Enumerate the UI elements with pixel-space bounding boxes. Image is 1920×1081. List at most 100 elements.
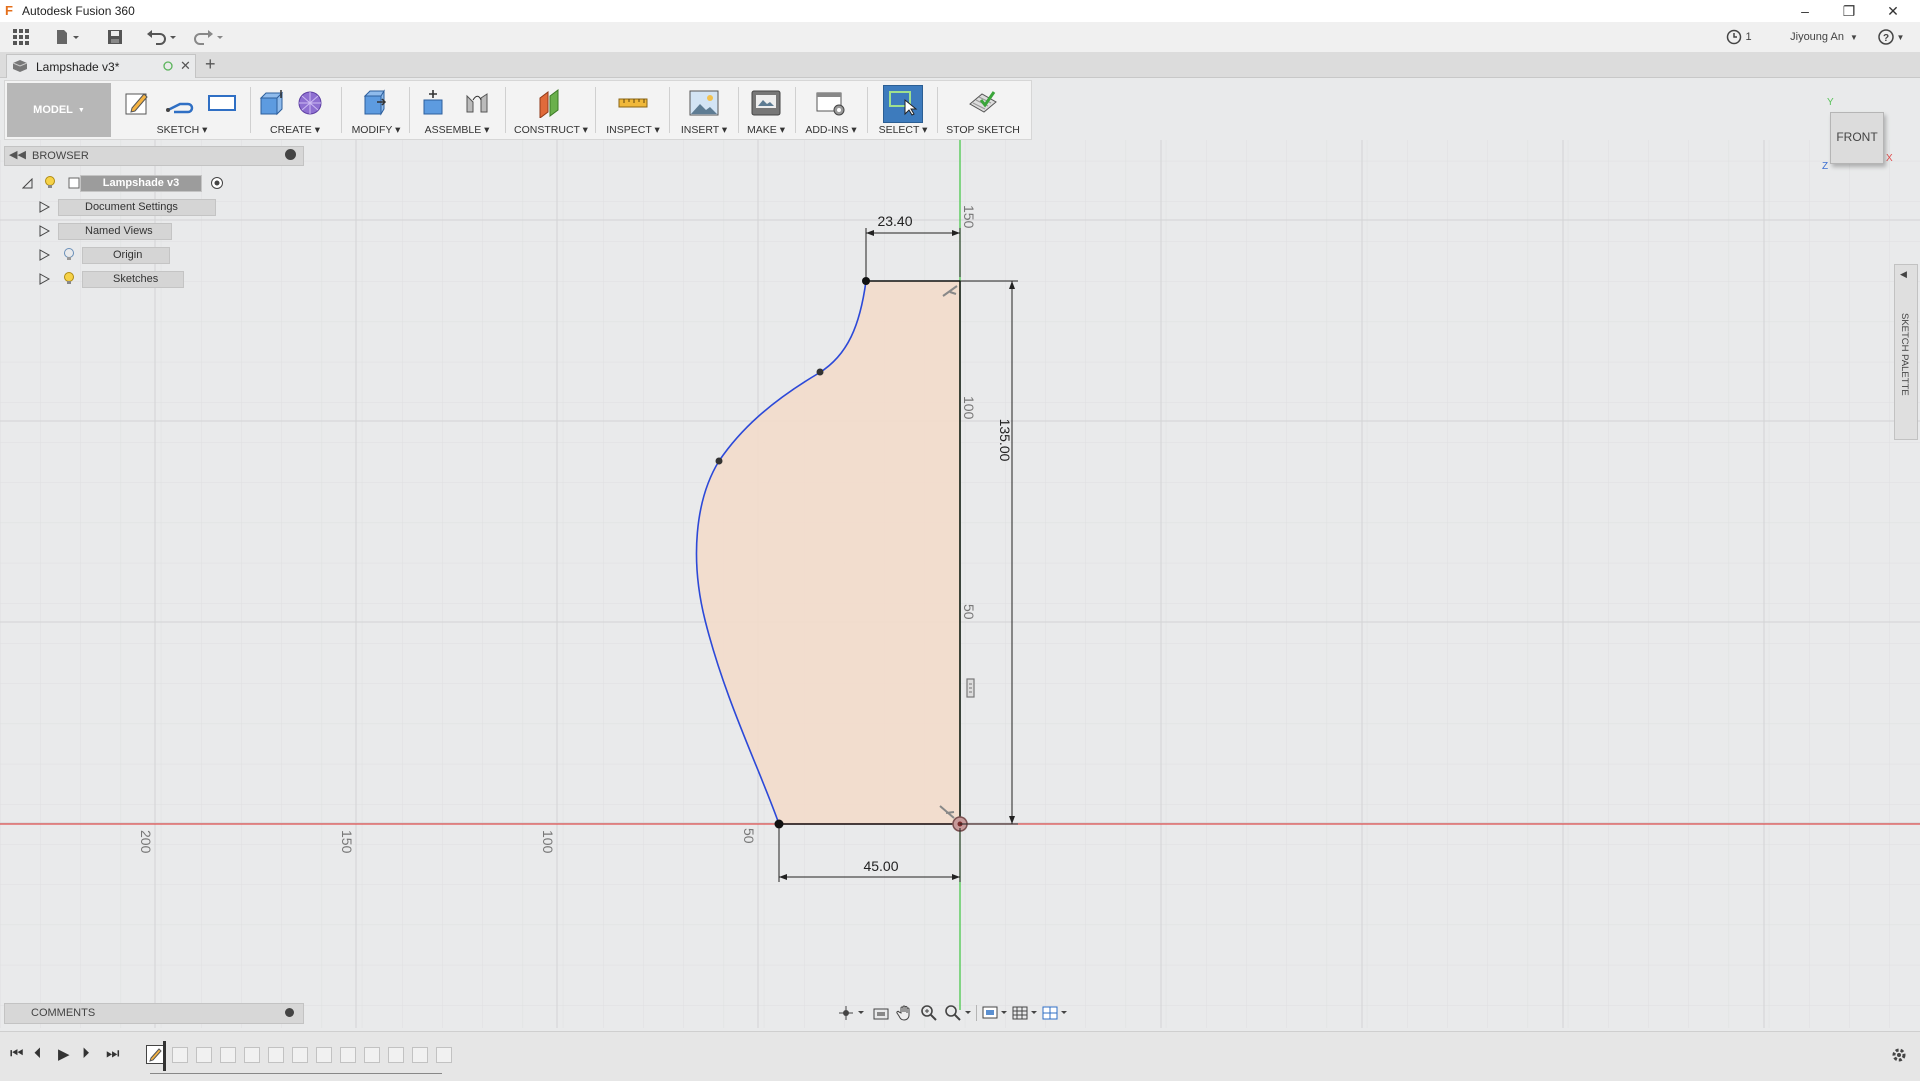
addins-group-label[interactable]: ADD-INS ▾ — [799, 124, 863, 136]
timeline-feature[interactable] — [172, 1047, 188, 1063]
visibility-bulb-icon[interactable] — [63, 272, 75, 286]
collapse-panel-icon[interactable]: ◀◀ — [9, 148, 26, 161]
timeline-feature[interactable] — [196, 1047, 212, 1063]
create-form-icon[interactable] — [295, 88, 327, 118]
job-status-icon[interactable]: 1 — [1724, 27, 1754, 47]
pin-panel-icon[interactable] — [285, 149, 296, 160]
inspect-group[interactable]: INSPECT ▾ — [599, 83, 667, 137]
browser-item-origin[interactable]: Origin — [38, 247, 238, 264]
browser-item-label[interactable]: Sketches — [82, 271, 184, 288]
stop-sketch-label[interactable]: STOP SKETCH — [941, 124, 1025, 136]
press-pull-icon[interactable] — [359, 88, 391, 118]
app-grid-icon[interactable] — [10, 27, 32, 47]
sketch-group-label[interactable]: SKETCH ▾ — [117, 124, 247, 136]
timeline-feature[interactable] — [388, 1047, 404, 1063]
make-group[interactable]: MAKE ▾ — [741, 83, 791, 137]
timeline-feature[interactable] — [292, 1047, 308, 1063]
undo-icon[interactable] — [144, 27, 180, 47]
visibility-bulb-off-icon[interactable] — [63, 248, 75, 262]
workspace-switcher[interactable]: MODEL ▼ — [7, 83, 111, 137]
expand-triangle-icon[interactable] — [39, 201, 50, 213]
joint-icon[interactable] — [461, 88, 493, 118]
create-group-label[interactable]: CREATE ▾ — [253, 124, 337, 136]
select-group-label[interactable]: SELECT ▾ — [871, 124, 935, 136]
help-menu[interactable]: ? ▼ — [1876, 27, 1906, 47]
sketch-point[interactable] — [862, 277, 870, 285]
user-menu[interactable]: Jiyoung An ▼ — [1784, 27, 1864, 47]
view-cube[interactable]: FRONT — [1830, 112, 1884, 164]
step-forward-icon[interactable]: ⏵ — [82, 1045, 90, 1062]
redo-icon[interactable] — [190, 27, 226, 47]
viewports-icon[interactable] — [1042, 1005, 1070, 1021]
close-tab-icon[interactable]: ✕ — [180, 58, 191, 74]
spline-fit-point[interactable] — [816, 368, 824, 376]
sketch-line-icon[interactable] — [164, 88, 196, 118]
browser-item-named-views[interactable]: Named Views — [38, 223, 238, 240]
timeline-feature[interactable] — [268, 1047, 284, 1063]
add-comment-icon[interactable] — [285, 1008, 294, 1017]
timeline-feature[interactable] — [364, 1047, 380, 1063]
extrude-icon[interactable] — [255, 88, 287, 118]
browser-root-row[interactable]: Lampshade v3 — [20, 175, 223, 192]
scripts-addins-icon[interactable] — [815, 88, 847, 118]
look-at-icon[interactable] — [872, 1005, 890, 1021]
browser-item-label[interactable]: Origin — [82, 247, 170, 264]
timeline-settings-gear-icon[interactable] — [1890, 1046, 1908, 1064]
grid-settings-icon[interactable] — [1012, 1005, 1040, 1021]
visibility-bulb-icon[interactable] — [44, 176, 56, 190]
stop-sketch-icon[interactable] — [967, 88, 999, 118]
assemble-group[interactable]: ASSEMBLE ▾ — [413, 83, 501, 137]
dimension-bottom-width-value[interactable]: 45.00 — [863, 858, 898, 874]
minimize-button[interactable]: – — [1783, 0, 1827, 22]
timeline-feature[interactable] — [340, 1047, 356, 1063]
expand-triangle-icon[interactable] — [39, 273, 50, 285]
expand-triangle-icon[interactable] — [39, 249, 50, 261]
modify-group[interactable]: MODIFY ▾ — [345, 83, 407, 137]
modify-group-label[interactable]: MODIFY ▾ — [345, 124, 407, 136]
timeline-feature[interactable] — [220, 1047, 236, 1063]
create-sketch-icon[interactable] — [122, 88, 154, 118]
timeline-feature[interactable] — [316, 1047, 332, 1063]
browser-panel-header[interactable]: ◀◀ BROWSER — [4, 146, 304, 166]
browser-item-label[interactable]: Named Views — [58, 223, 172, 240]
sketch-group[interactable]: SKETCH ▾ — [117, 83, 247, 137]
expand-palette-icon[interactable]: ◀ — [1900, 269, 1907, 280]
insert-group-label[interactable]: INSERT ▾ — [673, 124, 735, 136]
browser-item-label[interactable]: Document Settings — [58, 199, 216, 216]
fast-forward-icon[interactable]: ⏭ — [106, 1045, 120, 1062]
timeline-feature[interactable] — [412, 1047, 428, 1063]
addins-group[interactable]: ADD-INS ▾ — [799, 83, 863, 137]
timeline-feature[interactable] — [244, 1047, 260, 1063]
display-settings-icon[interactable] — [982, 1005, 1010, 1021]
insert-image-icon[interactable] — [688, 88, 720, 118]
sketch-rectangle-icon[interactable] — [206, 88, 238, 118]
timeline-sketch-feature[interactable] — [146, 1045, 164, 1064]
spline-fit-point[interactable] — [715, 457, 723, 465]
construct-group-label[interactable]: CONSTRUCT ▾ — [509, 124, 593, 136]
assemble-group-label[interactable]: ASSEMBLE ▾ — [413, 124, 501, 136]
3d-print-icon[interactable] — [750, 88, 782, 118]
rewind-icon[interactable]: ⏮ — [10, 1045, 24, 1062]
inspect-group-label[interactable]: INSPECT ▾ — [599, 124, 667, 136]
new-component-icon[interactable] — [419, 88, 451, 118]
play-icon[interactable]: ▶ — [58, 1045, 70, 1063]
pan-icon[interactable] — [896, 1004, 914, 1022]
expand-triangle-icon[interactable] — [39, 225, 50, 237]
file-menu-icon[interactable] — [52, 27, 84, 47]
browser-item-sketches[interactable]: Sketches — [38, 271, 238, 288]
offset-plane-icon[interactable] — [535, 88, 567, 118]
orbit-icon[interactable] — [838, 1005, 866, 1021]
fit-zoom-icon[interactable] — [944, 1004, 974, 1022]
browser-root-label[interactable]: Lampshade v3 — [80, 175, 202, 192]
make-group-label[interactable]: MAKE ▾ — [741, 124, 791, 136]
stop-sketch-group[interactable]: STOP SKETCH — [941, 83, 1025, 137]
restore-button[interactable]: ❐ — [1827, 0, 1871, 22]
active-target-icon[interactable] — [210, 176, 224, 190]
construct-group[interactable]: CONSTRUCT ▾ — [509, 83, 593, 137]
save-icon[interactable] — [104, 27, 126, 47]
sketch-palette-panel[interactable]: ◀ SKETCH PALETTE — [1894, 264, 1918, 440]
timeline-marker[interactable] — [163, 1041, 166, 1071]
document-tab[interactable]: Lampshade v3* ✕ — [6, 54, 196, 78]
zoom-icon[interactable] — [920, 1004, 938, 1022]
measure-icon[interactable] — [617, 88, 649, 118]
